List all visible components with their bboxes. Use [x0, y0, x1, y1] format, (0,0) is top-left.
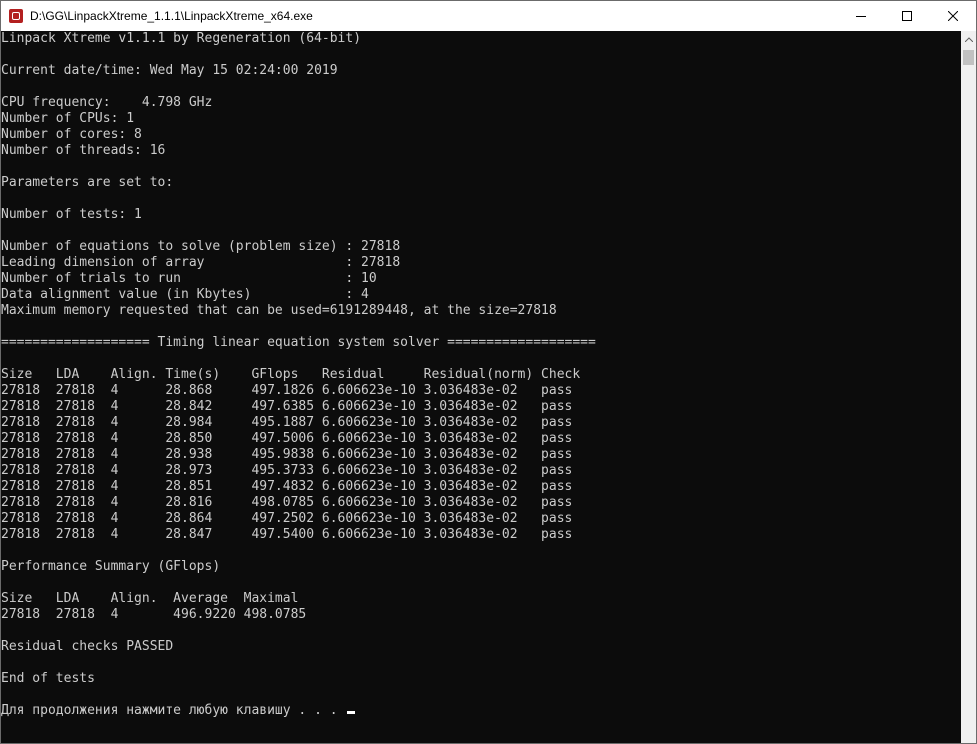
maximize-icon: [902, 11, 912, 21]
console-line: Number of threads: 16: [1, 143, 166, 158]
scroll-up-button[interactable]: [961, 31, 976, 48]
console-line: Number of CPUs: 1: [1, 111, 135, 126]
minimize-icon: [856, 16, 866, 17]
minimize-button[interactable]: [838, 1, 884, 31]
window-controls: [838, 1, 976, 31]
prompt-text: Для продолжения нажмите любую клавишу . …: [1, 703, 346, 718]
linpack-app-icon[interactable]: [9, 9, 23, 23]
console-line: Linpack Xtreme v1.1.1 by Regeneration (6…: [1, 31, 362, 46]
console-line: 27818 27818 4 28.850 497.5006 6.606623e-…: [1, 431, 573, 446]
console-line: =================== Timing linear equati…: [1, 335, 596, 350]
console-line: Number of tests: 1: [1, 207, 142, 222]
console-line: Number of equations to solve (problem si…: [1, 239, 401, 254]
scrollbar-thumb[interactable]: [963, 50, 974, 65]
close-icon: [948, 11, 958, 21]
console-line: 27818 27818 4 28.938 495.9838 6.606623e-…: [1, 447, 573, 462]
console-line: 27818 27818 4 28.984 495.1887 6.606623e-…: [1, 415, 573, 430]
console-line: 27818 27818 4 28.864 497.2502 6.606623e-…: [1, 511, 573, 526]
console-prompt: Для продолжения нажмите любую клавишу . …: [1, 703, 961, 719]
chevron-up-icon: [964, 37, 973, 42]
console-output[interactable]: Linpack Xtreme v1.1.1 by Regeneration (6…: [1, 31, 961, 743]
close-button[interactable]: [930, 1, 976, 31]
console-line: Number of cores: 8: [1, 127, 142, 142]
console-line: 27818 27818 4 28.842 497.6385 6.606623e-…: [1, 399, 573, 414]
console-line: 27818 27818 4 496.9220 498.0785: [1, 607, 307, 622]
console-line: End of tests: [1, 671, 95, 686]
console-line: 27818 27818 4 28.851 497.4832 6.606623e-…: [1, 479, 573, 494]
console-line: 27818 27818 4 28.973 495.3733 6.606623e-…: [1, 463, 573, 478]
console-line: Parameters are set to:: [1, 175, 174, 190]
console-text: Linpack Xtreme v1.1.1 by Regeneration (6…: [1, 31, 961, 719]
console-line: Maximum memory requested that can be use…: [1, 303, 557, 318]
console-line: Residual checks PASSED: [1, 639, 174, 654]
console-line: 27818 27818 4 28.816 498.0785 6.606623e-…: [1, 495, 573, 510]
maximize-button[interactable]: [884, 1, 930, 31]
vertical-scrollbar[interactable]: [961, 31, 976, 743]
title-bar[interactable]: D:\GG\LinpackXtreme_1.1.1\LinpackXtreme_…: [1, 1, 976, 31]
console-line: Data alignment value (in Kbytes) : 4: [1, 287, 369, 302]
console-line: 27818 27818 4 28.868 497.1826 6.606623e-…: [1, 383, 573, 398]
console-line: Current date/time: Wed May 15 02:24:00 2…: [1, 63, 338, 78]
console-line: Performance Summary (GFlops): [1, 559, 221, 574]
console-line: CPU frequency: 4.798 GHz: [1, 95, 213, 110]
console-line: 27818 27818 4 28.847 497.5400 6.606623e-…: [1, 527, 573, 542]
console-line: Size LDA Align. Average Maximal: [1, 591, 299, 606]
console-line: Leading dimension of array : 27818: [1, 255, 401, 270]
text-cursor: [347, 711, 356, 714]
window-title: D:\GG\LinpackXtreme_1.1.1\LinpackXtreme_…: [30, 9, 313, 23]
console-window: D:\GG\LinpackXtreme_1.1.1\LinpackXtreme_…: [0, 0, 977, 744]
console-line: Size LDA Align. Time(s) GFlops Residual …: [1, 367, 581, 382]
console-line: Number of trials to run : 10: [1, 271, 377, 286]
